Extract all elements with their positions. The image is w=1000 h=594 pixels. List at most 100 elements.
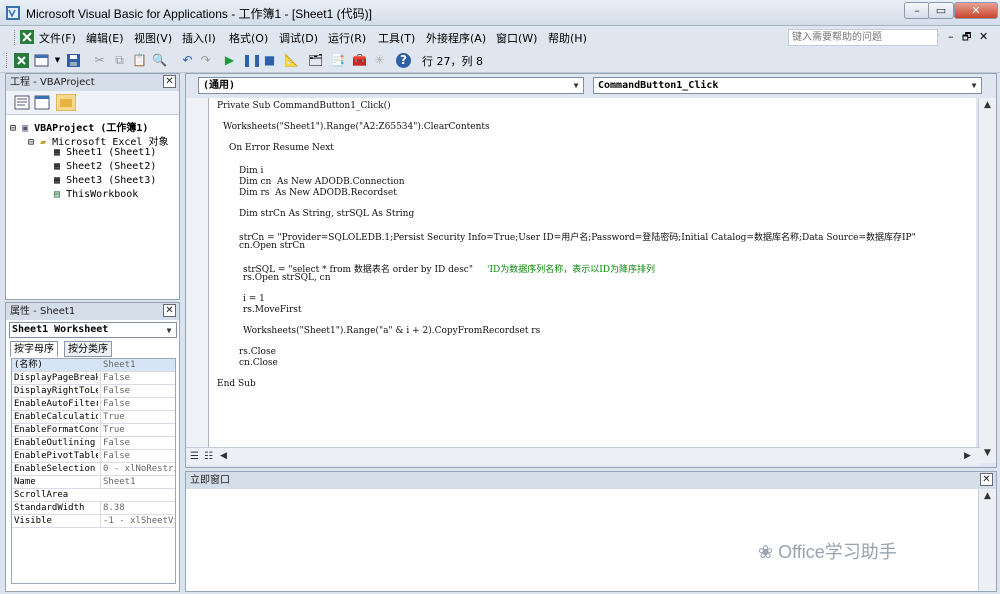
scroll-up-icon[interactable]: ▲: [984, 100, 991, 110]
undo-icon[interactable]: ↶: [180, 53, 195, 68]
full-module-view-icon[interactable]: ☷: [204, 451, 213, 462]
copy-icon[interactable]: ⧉: [112, 53, 127, 68]
help-search-input[interactable]: 键入需要帮助的问题: [788, 29, 938, 46]
immediate-window[interactable]: 立即窗口 ✕ ▲: [185, 471, 997, 592]
collapse-icon[interactable]: ⊟: [10, 123, 16, 134]
property-value[interactable]: True: [100, 411, 175, 423]
menu-insert[interactable]: 插入(I): [182, 30, 216, 46]
mdi-close-icon[interactable]: ✕: [979, 30, 988, 43]
chevron-down-icon[interactable]: ▼: [163, 324, 175, 337]
scroll-right-icon[interactable]: ▶: [964, 451, 971, 461]
toolbar-grip[interactable]: [6, 53, 9, 68]
collapse-icon[interactable]: ⊟: [28, 137, 34, 148]
property-row[interactable]: EnableCalculation True: [12, 411, 175, 424]
chevron-down-icon[interactable]: ▼: [570, 79, 582, 92]
property-row[interactable]: (名称) Sheet1: [12, 359, 175, 372]
menu-view[interactable]: 视图(V): [134, 30, 172, 46]
immediate-vertical-scrollbar[interactable]: ▲: [978, 489, 996, 591]
close-icon[interactable]: ✕: [163, 304, 176, 317]
chevron-down-icon[interactable]: ▼: [968, 79, 980, 92]
tree-item-sheet1[interactable]: ▦ Sheet1 (Sheet1): [54, 147, 156, 158]
margin-indicator-bar[interactable]: [186, 98, 208, 447]
procedure-dropdown[interactable]: CommandButton1_Click ▼: [593, 77, 982, 94]
excel-icon[interactable]: [20, 30, 34, 44]
paste-icon[interactable]: 📋: [132, 53, 147, 68]
tab-categorized[interactable]: 按分类序: [64, 341, 112, 357]
cut-icon[interactable]: ✂: [92, 53, 107, 68]
scroll-up-icon[interactable]: ▲: [984, 491, 991, 501]
close-button[interactable]: ✕: [954, 2, 998, 19]
tree-item-sheet2[interactable]: ▦ Sheet2 (Sheet2): [54, 161, 156, 172]
horizontal-scrollbar[interactable]: ☰ ☷ ◀ ▶: [186, 447, 980, 465]
property-value[interactable]: 0 - xlNoRestrictions: [100, 463, 175, 475]
menu-help[interactable]: 帮助(H): [548, 30, 587, 46]
close-icon[interactable]: ✕: [163, 75, 176, 88]
properties-window-icon[interactable]: 📑: [330, 53, 345, 68]
toggle-folders-icon[interactable]: [56, 94, 76, 111]
tree-folder-excel-objects[interactable]: ⊟ ▰ Microsoft Excel 对象: [28, 133, 168, 148]
find-icon[interactable]: 🔍: [152, 53, 167, 68]
minimize-button[interactable]: –: [904, 2, 930, 19]
run-icon[interactable]: ▶: [222, 53, 237, 68]
property-value[interactable]: False: [100, 437, 175, 449]
vertical-scrollbar[interactable]: ▲ ▼: [978, 98, 996, 463]
code-editor[interactable]: Private Sub CommandButton1_Click() Worksh…: [208, 98, 976, 447]
redo-icon[interactable]: ↷: [198, 53, 213, 68]
property-value[interactable]: False: [100, 372, 175, 384]
procedure-view-icon[interactable]: ☰: [190, 451, 199, 462]
toolbar-grip[interactable]: [14, 30, 17, 45]
close-icon[interactable]: ✕: [980, 473, 993, 486]
property-value[interactable]: Sheet1: [100, 359, 175, 371]
mdi-minimize-icon[interactable]: –: [948, 30, 954, 43]
property-row[interactable]: Name Sheet1: [12, 476, 175, 489]
view-object-icon[interactable]: [34, 95, 50, 110]
property-value[interactable]: -1 - xlSheetVisible: [100, 515, 175, 527]
menu-tools[interactable]: 工具(T): [378, 30, 415, 46]
insert-userform-icon[interactable]: [34, 53, 49, 68]
property-value[interactable]: True: [100, 424, 175, 436]
property-value[interactable]: 8.38: [100, 502, 175, 514]
property-row[interactable]: DisplayPageBreaks False: [12, 372, 175, 385]
mdi-restore-icon[interactable]: 🗗: [962, 30, 971, 47]
pause-icon[interactable]: ❚❚: [242, 53, 262, 68]
menu-format[interactable]: 格式(O): [229, 30, 268, 46]
view-excel-icon[interactable]: [14, 53, 29, 68]
help-icon[interactable]: ?: [396, 53, 411, 68]
menu-file[interactable]: 文件(F): [39, 30, 76, 46]
dropdown-arrow-icon[interactable]: ▼: [50, 53, 65, 68]
restore-button[interactable]: ▭: [928, 2, 954, 19]
object-dropdown[interactable]: (通用) ▼: [198, 77, 584, 94]
property-row[interactable]: Visible -1 - xlSheetVisible: [12, 515, 175, 528]
property-value[interactable]: False: [100, 398, 175, 410]
scroll-left-icon[interactable]: ◀: [220, 451, 227, 461]
save-icon[interactable]: [66, 53, 81, 68]
tree-item-thisworkbook[interactable]: ▤ ThisWorkbook: [54, 189, 138, 200]
scroll-down-icon[interactable]: ▼: [984, 448, 991, 458]
property-row[interactable]: ScrollArea: [12, 489, 175, 502]
object-select[interactable]: Sheet1 Worksheet ▼: [9, 322, 177, 338]
property-row[interactable]: EnableAutoFilter False: [12, 398, 175, 411]
object-browser-icon[interactable]: 🧰: [352, 53, 367, 68]
menu-edit[interactable]: 编辑(E): [86, 30, 124, 46]
property-row[interactable]: EnableOutlining False: [12, 437, 175, 450]
tree-root-vbaproject[interactable]: ⊟ ▣ VBAProject (工作簿1): [10, 119, 148, 134]
menu-debug[interactable]: 调试(D): [279, 30, 318, 46]
property-row[interactable]: DisplayRightToLeftFalse: [12, 385, 175, 398]
tree-item-sheet3[interactable]: ▦ Sheet3 (Sheet3): [54, 175, 156, 186]
reset-icon[interactable]: ■: [262, 53, 277, 68]
property-value[interactable]: False: [100, 450, 175, 462]
view-code-icon[interactable]: [14, 95, 30, 110]
property-value[interactable]: Sheet1: [100, 476, 175, 488]
property-value[interactable]: False: [100, 385, 175, 397]
property-row[interactable]: EnableFormatConditionsCalculationTrue: [12, 424, 175, 437]
property-row[interactable]: EnablePivotTable False: [12, 450, 175, 463]
property-row[interactable]: StandardWidth 8.38: [12, 502, 175, 515]
menu-window[interactable]: 窗口(W): [496, 30, 537, 46]
project-explorer-icon[interactable]: 🗂: [308, 53, 323, 68]
menu-addins[interactable]: 外接程序(A): [426, 30, 486, 46]
design-mode-icon[interactable]: 📐: [284, 53, 299, 68]
tab-alphabetic[interactable]: 按字母序: [10, 341, 58, 357]
menu-run[interactable]: 运行(R): [328, 30, 366, 46]
toolbox-icon[interactable]: ✳: [372, 53, 387, 68]
property-row[interactable]: EnableSelection 0 - xlNoRestrictions: [12, 463, 175, 476]
